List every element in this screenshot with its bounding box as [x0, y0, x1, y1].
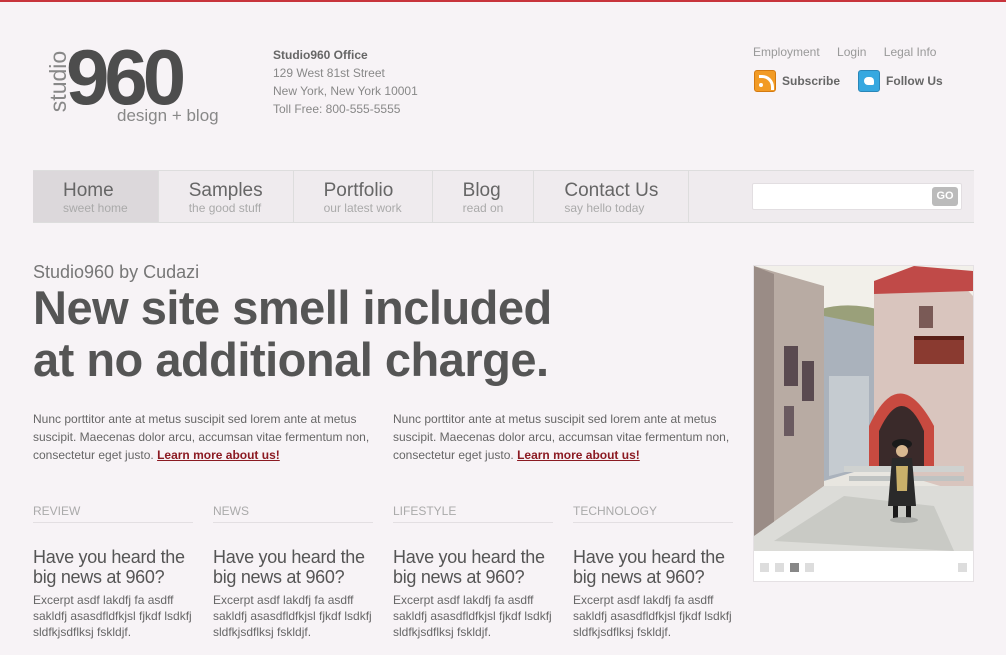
- category-name[interactable]: TECHNOLOGY: [573, 504, 733, 523]
- featured-slideshow: [753, 265, 974, 582]
- nav-label: Portfolio: [323, 180, 394, 201]
- search-input[interactable]: GO: [752, 183, 962, 210]
- article-excerpt: Excerpt asdf lakdfj fa asdff sakldfj asa…: [33, 593, 192, 639]
- slideshow-pager: [760, 563, 820, 572]
- office-phone: Toll Free: 800-555-5555: [273, 102, 401, 116]
- nav-item-contact-us[interactable]: Contact Us say hello today: [534, 171, 690, 222]
- category-name[interactable]: LIFESTYLE: [393, 504, 553, 523]
- category-name[interactable]: REVIEW: [33, 504, 193, 523]
- article-excerpt: Excerpt asdf lakdfj fa asdff sakldfj asa…: [573, 593, 732, 639]
- nav-item-portfolio[interactable]: Portfolio our latest work: [294, 171, 433, 222]
- headline-line-2: at no additional charge.: [33, 333, 549, 386]
- category-review: REVIEW Have you heard the big news at 96…: [33, 504, 193, 640]
- rss-icon[interactable]: [754, 70, 776, 92]
- slide-dot-1[interactable]: [760, 563, 769, 572]
- nav-sublabel: the good stuff: [188, 201, 262, 215]
- category-news: NEWS Have you heard the big news at 960?…: [213, 504, 373, 640]
- utility-links: Employment Login Legal Info: [753, 45, 950, 59]
- nav-item-home[interactable]: Home sweet home: [33, 171, 159, 222]
- nav-label: Contact Us: [564, 180, 659, 201]
- office-city: New York, New York 10001: [273, 84, 418, 98]
- slide-dot-3[interactable]: [790, 563, 799, 572]
- search-go-button[interactable]: GO: [932, 187, 958, 206]
- headline-line-1: New site smell included: [33, 281, 552, 334]
- article-title[interactable]: Have you heard the big news at 960?: [573, 547, 733, 587]
- slide-dot-4[interactable]: [805, 563, 814, 572]
- nav-label: Samples: [188, 180, 263, 201]
- article-excerpt: Excerpt asdf lakdfj fa asdff sakldfj asa…: [213, 593, 372, 639]
- nav-sublabel: our latest work: [323, 201, 402, 215]
- main-nav: Home sweet home Samples the good stuff P…: [33, 170, 974, 223]
- byline: Studio960 by Cudazi: [33, 262, 200, 282]
- login-link[interactable]: Login: [837, 45, 866, 59]
- intro-column-2: Nunc porttitor ante at metus suscipit se…: [393, 410, 738, 464]
- site-logo[interactable]: studio 960 design + blog: [44, 33, 234, 130]
- article-excerpt: Excerpt asdf lakdfj fa asdff sakldfj asa…: [393, 593, 552, 639]
- category-lifestyle: LIFESTYLE Have you heard the big news at…: [393, 504, 553, 640]
- street-painting-image: [754, 266, 973, 551]
- social-links: Subscribe Follow Us: [754, 70, 961, 92]
- subscribe-link[interactable]: Subscribe: [782, 74, 840, 88]
- office-address: Studio960 Office 129 West 81st Street Ne…: [273, 46, 418, 118]
- employment-link[interactable]: Employment: [753, 45, 820, 59]
- nav-sublabel: read on: [462, 201, 504, 215]
- slide-dot-2[interactable]: [775, 563, 784, 572]
- article-title[interactable]: Have you heard the big news at 960?: [33, 547, 193, 587]
- article-title[interactable]: Have you heard the big news at 960?: [213, 547, 373, 587]
- nav-sublabel: sweet home: [63, 201, 128, 215]
- article-title[interactable]: Have you heard the big news at 960?: [393, 547, 553, 587]
- legal-info-link[interactable]: Legal Info: [884, 45, 937, 59]
- office-title: Studio960 Office: [273, 48, 368, 62]
- intro-column-1: Nunc porttitor ante at metus suscipit se…: [33, 410, 378, 464]
- logo-tagline: design + blog: [117, 106, 219, 125]
- office-street: 129 West 81st Street: [273, 66, 385, 80]
- slideshow-image[interactable]: [754, 266, 973, 551]
- follow-us-link[interactable]: Follow Us: [886, 74, 943, 88]
- category-name[interactable]: NEWS: [213, 504, 373, 523]
- learn-more-link[interactable]: Learn more about us!: [157, 448, 280, 462]
- nav-label: Blog: [462, 180, 501, 201]
- page-headline: New site smell included at no additional…: [33, 282, 733, 386]
- nav-label: Home: [63, 180, 114, 201]
- twitter-icon[interactable]: [858, 70, 881, 92]
- nav-item-samples[interactable]: Samples the good stuff: [159, 171, 294, 222]
- category-technology: TECHNOLOGY Have you heard the big news a…: [573, 504, 733, 640]
- nav-sublabel: say hello today: [564, 201, 645, 215]
- learn-more-link[interactable]: Learn more about us!: [517, 448, 640, 462]
- slideshow-pause-button[interactable]: [958, 563, 967, 572]
- nav-item-blog[interactable]: Blog read on: [433, 171, 535, 222]
